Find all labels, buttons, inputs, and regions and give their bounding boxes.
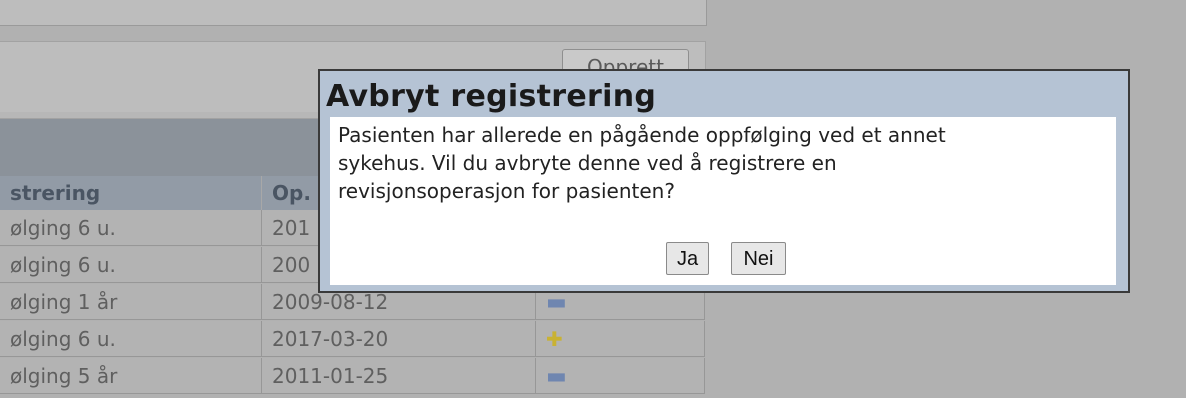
dialog-body: Pasienten har allerede en pågående oppfø… — [330, 117, 1116, 285]
dialog-message-line: revisjonsoperasjon for pasienten? — [338, 179, 675, 203]
column-header-registration[interactable]: strering — [0, 176, 262, 210]
minus-icon: ▬ — [546, 364, 567, 389]
cell-status: ▬ — [536, 358, 705, 394]
dialog-title[interactable]: Avbryt registrering — [326, 79, 656, 114]
dialog-message: Pasienten har allerede en pågående oppfø… — [338, 121, 1108, 205]
dialog-message-line: sykehus. Vil du avbryte denne ved å regi… — [338, 151, 837, 175]
cell-op-date: 2011-01-25 — [262, 358, 536, 394]
cell-status: ✚ — [536, 321, 705, 357]
yes-button[interactable]: Ja — [666, 242, 709, 275]
cell-registration-type: ølging 6 u. — [0, 247, 262, 283]
cell-op-date: 2017-03-20 — [262, 321, 536, 357]
cell-registration-type: ølging 1 år — [0, 284, 262, 320]
cell-registration-type: ølging 6 u. — [0, 210, 262, 246]
no-button[interactable]: Nei — [731, 242, 786, 275]
dialog-message-line: Pasienten har allerede en pågående oppfø… — [338, 123, 946, 147]
plus-icon: ✚ — [546, 327, 563, 351]
minus-icon: ▬ — [546, 290, 567, 315]
confirm-dialog: Avbryt registrering Pasienten har allere… — [318, 69, 1130, 293]
cell-registration-type: ølging 5 år — [0, 358, 262, 394]
cell-registration-type: ølging 6 u. — [0, 321, 262, 357]
background-top-panel — [0, 0, 707, 26]
